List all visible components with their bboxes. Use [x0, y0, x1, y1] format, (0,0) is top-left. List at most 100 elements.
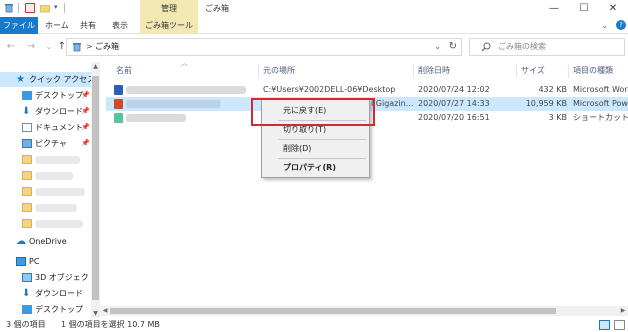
tab-share[interactable]: 共有: [80, 17, 96, 34]
sidebar-item-label: ダウンロード: [35, 107, 83, 116]
horizontal-scrollbar[interactable]: ◀ ▶: [100, 306, 628, 316]
close-button[interactable]: ✕: [598, 0, 628, 17]
sidebar-item-label: クイック アクセス: [29, 75, 96, 84]
navigation-bar: ← → ⌄ ↑ > ごみ箱 ⌄ ↻ ごみ箱の検索: [0, 36, 628, 58]
column-header-name[interactable]: 名前: [116, 62, 132, 80]
folder-icon: [22, 171, 32, 180]
cell-item-type: Microsoft Powe: [573, 99, 628, 108]
sidebar-item-pc[interactable]: PC: [0, 254, 92, 269]
tab-home[interactable]: ホーム: [45, 17, 69, 34]
pictures-icon: [22, 139, 32, 148]
sidebar-item-3d-objects[interactable]: 3D オブジェクト: [0, 270, 97, 285]
scrollbar-thumb[interactable]: [110, 308, 556, 314]
sidebar-item-label: OneDrive: [29, 237, 67, 246]
item-count: 3 個の項目: [6, 320, 46, 329]
properties-quick-icon[interactable]: [25, 3, 35, 13]
window-title: ごみ箱: [205, 4, 229, 13]
expand-ribbon-icon[interactable]: ⌄: [601, 17, 608, 34]
column-header-original-location[interactable]: 元の場所: [263, 62, 295, 80]
column-divider[interactable]: [568, 64, 569, 78]
menu-item-properties[interactable]: プロパティ(R): [262, 161, 369, 175]
selection-info: 1 個の項目を選択 10.7 MB: [61, 320, 160, 329]
cell-original-location: C:¥Users¥2002DELL-06¥Desktop: [263, 85, 396, 94]
sidebar-item-documents[interactable]: ドキュメント 📌: [0, 120, 92, 135]
blurred-folder[interactable]: [35, 156, 80, 164]
help-icon[interactable]: ?: [616, 20, 626, 30]
cell-date-deleted: 2020/07/24 12:02: [418, 85, 490, 94]
computer-icon: [16, 257, 26, 266]
cell-item-type: Microsoft Word: [573, 85, 628, 94]
sort-ascending-icon: ︿: [181, 59, 188, 67]
minimize-button[interactable]: —: [539, 0, 569, 17]
column-divider[interactable]: [516, 64, 517, 78]
menu-item-delete[interactable]: 削除(D): [262, 142, 369, 156]
menu-separator: [278, 158, 366, 159]
pin-icon[interactable]: 📌: [81, 136, 90, 151]
blurred-folder[interactable]: [35, 188, 85, 196]
column-divider[interactable]: [258, 64, 259, 78]
large-icons-view-icon[interactable]: [614, 320, 625, 330]
maximize-button[interactable]: ☐: [569, 0, 599, 17]
recycle-bin-icon: [5, 4, 13, 13]
folder-quick-icon[interactable]: [40, 3, 50, 13]
quick-access-dropdown-icon[interactable]: ▾: [54, 3, 58, 11]
cell-size: 3 KB: [548, 113, 567, 122]
address-dropdown-icon[interactable]: ⌄: [434, 39, 441, 55]
desktop-icon: [22, 91, 32, 100]
search-placeholder: ごみ箱の検索: [498, 42, 546, 51]
breadcrumb[interactable]: ごみ箱: [95, 39, 119, 55]
scroll-left-icon[interactable]: ◀: [100, 306, 110, 316]
scroll-down-icon[interactable]: ▼: [91, 309, 100, 318]
column-divider[interactable]: [413, 64, 414, 78]
recent-locations-button[interactable]: ⌄: [43, 40, 55, 54]
sidebar-item-desktop[interactable]: デスクトップ 📌: [0, 88, 92, 103]
column-header-date-deleted[interactable]: 削除日時: [418, 62, 450, 80]
title-divider: [64, 3, 65, 13]
download-icon: ⬇: [22, 106, 31, 117]
details-view-icon[interactable]: [599, 320, 610, 330]
status-bar: 3 個の項目 1 個の項目を選択 10.7 MB: [0, 318, 628, 332]
folder-icon: [22, 155, 32, 164]
restore-highlight-box: [251, 98, 375, 126]
pin-icon[interactable]: 📌: [81, 120, 90, 135]
back-button[interactable]: ←: [5, 40, 17, 54]
sidebar-item-label: 3D オブジェクト: [35, 273, 97, 282]
blurred-filename: [126, 100, 221, 108]
pin-icon[interactable]: 📌: [81, 104, 90, 119]
sidebar-item-desktop-pc[interactable]: デスクトップ: [0, 302, 92, 317]
address-bar[interactable]: > ごみ箱 ⌄ ↻: [66, 38, 462, 56]
search-icon: [481, 42, 491, 52]
tab-recycle-bin-tools[interactable]: ごみ箱ツール: [140, 17, 198, 34]
tab-view[interactable]: 表示: [112, 17, 128, 34]
sidebar-item-label: デスクトップ: [35, 305, 83, 314]
blurred-folder[interactable]: [35, 204, 77, 212]
scroll-up-icon[interactable]: ▲: [91, 62, 100, 71]
document-icon: [22, 123, 32, 132]
blurred-folder[interactable]: [35, 172, 73, 180]
sidebar-item-downloads-pc[interactable]: ⬇ ダウンロード: [0, 286, 92, 301]
refresh-button[interactable]: ↻: [449, 39, 457, 55]
scrollbar-thumb[interactable]: [92, 76, 99, 300]
forward-button[interactable]: →: [25, 40, 37, 54]
pin-icon[interactable]: 📌: [81, 88, 90, 103]
powerpoint-file-icon: [114, 99, 123, 109]
shortcut-file-icon: [114, 113, 123, 123]
scroll-right-icon[interactable]: ▶: [618, 306, 628, 316]
column-header-size[interactable]: サイズ: [521, 62, 545, 80]
column-header-item-type[interactable]: 項目の種類: [573, 62, 613, 80]
search-input[interactable]: ごみ箱の検索: [469, 38, 625, 56]
breadcrumb-separator[interactable]: >: [86, 39, 93, 55]
sidebar-item-pictures[interactable]: ピクチャ 📌: [0, 136, 92, 151]
sidebar-item-quick-access[interactable]: ★ クイック アクセス: [0, 72, 96, 87]
sidebar-item-onedrive[interactable]: ☁ OneDrive: [0, 234, 92, 249]
table-row[interactable]: C:¥Users¥2002DELL-06¥Desktop 2020/07/24 …: [106, 83, 628, 97]
cell-original-location: l Gigazin...: [371, 99, 414, 108]
sidebar-item-downloads[interactable]: ⬇ ダウンロード 📌: [0, 104, 92, 119]
word-file-icon: [114, 85, 123, 95]
sidebar-scrollbar[interactable]: ▲ ▼: [91, 62, 100, 318]
blurred-filename: [126, 114, 186, 122]
blurred-folder[interactable]: [35, 220, 83, 228]
tab-file[interactable]: ファイル: [0, 17, 38, 34]
manage-tab-header[interactable]: 管理: [140, 0, 198, 17]
cloud-icon: ☁: [16, 236, 26, 247]
